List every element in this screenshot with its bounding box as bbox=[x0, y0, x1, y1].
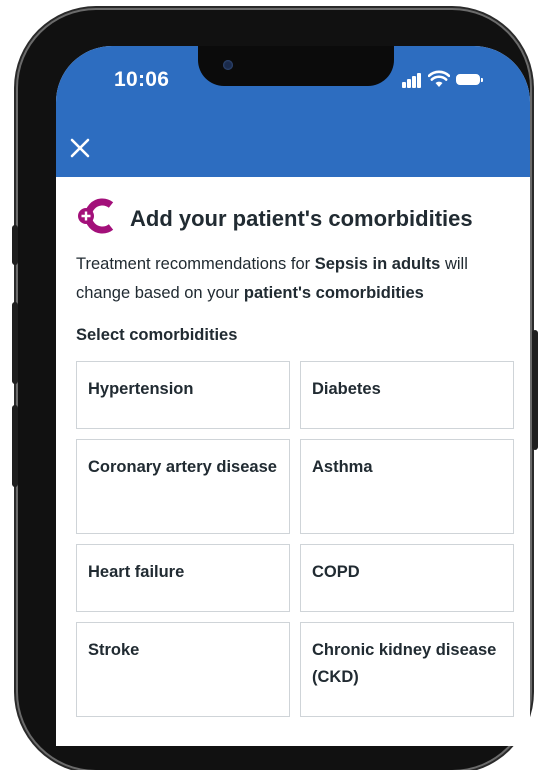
status-time: 10:06 bbox=[114, 68, 170, 91]
app-header: 10:06 bbox=[56, 46, 530, 177]
signal-icon bbox=[402, 72, 422, 88]
comorbidity-option-diabetes[interactable]: Diabetes bbox=[300, 361, 514, 429]
comorbidity-option-asthma[interactable]: Asthma bbox=[300, 439, 514, 534]
condition-name: Sepsis in adults bbox=[314, 255, 441, 273]
phone-frame: 10:06 Add your patient's comorbidities T… bbox=[18, 10, 530, 770]
description-text: Treatment recommendations for bbox=[76, 255, 315, 273]
power-button bbox=[532, 330, 538, 450]
comorbidity-grid: Hypertension Diabetes Coronary artery di… bbox=[76, 361, 514, 717]
volume-down-button bbox=[12, 405, 18, 487]
comorbidity-option-hypertension[interactable]: Hypertension bbox=[76, 361, 290, 429]
description: Treatment recommendations for Sepsis in … bbox=[76, 250, 516, 308]
mute-switch bbox=[12, 225, 18, 265]
comorbidity-option-ckd[interactable]: Chronic kidney disease (CKD) bbox=[300, 622, 514, 717]
volume-up-button bbox=[12, 302, 18, 384]
screen: 10:06 Add your patient's comorbidities T… bbox=[56, 46, 530, 746]
camera-icon bbox=[223, 60, 233, 70]
comorbidity-option-stroke[interactable]: Stroke bbox=[76, 622, 290, 717]
page-title: Add your patient's comorbidities bbox=[130, 206, 473, 231]
notch bbox=[198, 46, 394, 86]
battery-icon bbox=[456, 74, 483, 85]
comorbidity-logo-icon bbox=[78, 198, 114, 234]
comorbidity-option-copd[interactable]: COPD bbox=[300, 544, 514, 612]
comorbidity-option-heart-failure[interactable]: Heart failure bbox=[76, 544, 290, 612]
comorbidity-option-coronary-artery-disease[interactable]: Coronary artery disease bbox=[76, 439, 290, 534]
description-emphasis: patient's comorbidities bbox=[243, 284, 424, 302]
wifi-icon bbox=[428, 70, 450, 87]
close-icon[interactable] bbox=[68, 136, 92, 160]
title-row: Add your patient's comorbidities bbox=[76, 198, 516, 234]
select-label: Select comorbidities bbox=[76, 326, 238, 344]
